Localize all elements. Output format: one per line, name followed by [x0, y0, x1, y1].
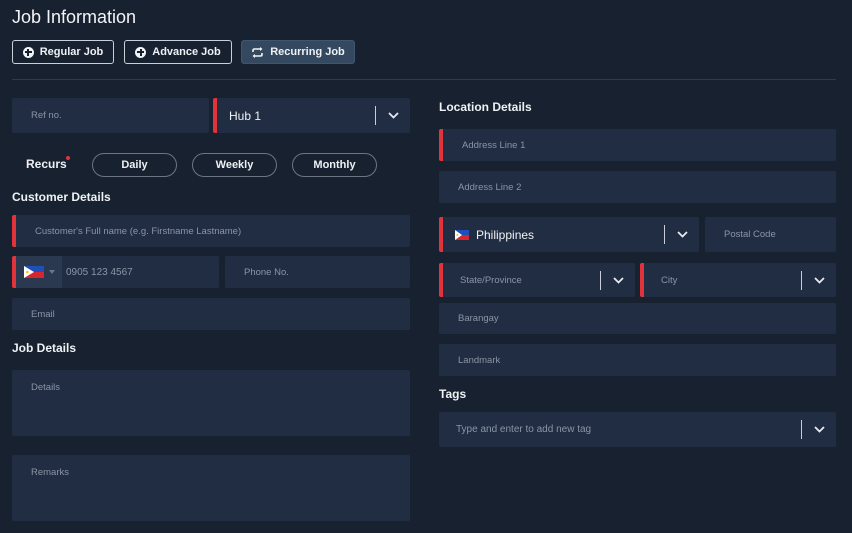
ref-no-placeholder: Ref no. — [31, 110, 62, 121]
chevron-down-icon[interactable] — [376, 112, 410, 119]
chevron-down-icon[interactable] — [665, 231, 699, 238]
remarks-placeholder: Remarks — [31, 467, 70, 478]
phone-no-placeholder: Phone No. — [244, 266, 289, 278]
header-divider — [12, 79, 836, 80]
job-details-heading: Job Details — [12, 341, 77, 355]
country-value: Philippines — [476, 227, 535, 242]
customer-fullname-placeholder: Customer's Full name (e.g. Firstname Las… — [35, 225, 242, 237]
country-value-wrap: Philippines — [443, 228, 664, 242]
country-select[interactable]: Philippines — [439, 217, 699, 252]
ref-no-input[interactable]: Ref no. — [12, 98, 209, 133]
email-input[interactable]: Email — [12, 298, 410, 330]
job-information-page: Job Information Regular Job Advance Job … — [0, 0, 852, 533]
hub-value: Hub 1 — [229, 108, 262, 123]
city-select[interactable]: City — [640, 263, 836, 297]
mobile-number-placeholder: 0905 123 4567 — [66, 266, 133, 278]
plus-circle-icon — [22, 46, 34, 58]
address-line-2-input[interactable]: Address Line 2 — [439, 171, 836, 203]
regular-job-label: Regular Job — [39, 46, 104, 58]
chevron-down-icon[interactable] — [601, 276, 635, 284]
hub-select[interactable]: Hub 1 — [213, 98, 410, 133]
postal-code-placeholder: Postal Code — [724, 229, 776, 240]
remarks-textarea[interactable]: Remarks — [12, 455, 410, 521]
recurs-label: Recurs — [26, 157, 67, 171]
page-title: Job Information — [12, 7, 137, 27]
regular-job-button[interactable]: Regular Job — [12, 40, 114, 64]
tags-placeholder: Type and enter to add new tag — [456, 424, 592, 435]
address-line-1-input[interactable]: Address Line 1 — [439, 129, 836, 161]
tags-select[interactable]: Type and enter to add new tag — [439, 412, 836, 447]
barangay-placeholder: Barangay — [458, 313, 499, 324]
plus-circle-icon — [135, 46, 147, 58]
address-line-1-placeholder: Address Line 1 — [462, 139, 526, 151]
phone-no-input[interactable]: Phone No. — [225, 256, 410, 288]
chevron-down-icon[interactable] — [802, 426, 836, 433]
barangay-input[interactable]: Barangay — [439, 303, 836, 334]
location-details-heading: Location Details — [439, 100, 532, 114]
customer-fullname-input[interactable]: Customer's Full name (e.g. Firstname Las… — [12, 215, 410, 247]
state-province-placeholder: State/Province — [460, 274, 522, 286]
recurs-monthly-option[interactable]: Monthly — [292, 153, 377, 177]
advance-job-button[interactable]: Advance Job — [124, 40, 232, 64]
landmark-input[interactable]: Landmark — [439, 344, 836, 376]
city-placeholder: City — [661, 274, 678, 286]
mobile-number-input[interactable]: 0905 123 4567 — [62, 256, 219, 288]
tags-heading: Tags — [439, 387, 467, 401]
philippines-flag-icon — [455, 229, 469, 240]
email-placeholder: Email — [31, 308, 55, 320]
repeat-icon — [251, 46, 264, 58]
recurring-job-label: Recurring Job — [270, 46, 345, 58]
landmark-placeholder: Landmark — [458, 354, 501, 366]
details-placeholder: Details — [31, 382, 61, 393]
customer-details-heading: Customer Details — [12, 190, 111, 204]
required-indicator — [66, 156, 70, 160]
recurs-weekly-option[interactable]: Weekly — [192, 153, 277, 177]
philippines-flag-icon — [24, 266, 44, 278]
chevron-down-icon[interactable] — [802, 276, 836, 284]
recurs-daily-option[interactable]: Daily — [92, 153, 177, 177]
postal-code-input[interactable]: Postal Code — [705, 217, 836, 252]
details-textarea[interactable]: Details — [12, 370, 410, 436]
country-code-select[interactable] — [12, 256, 62, 288]
advance-job-label: Advance Job — [152, 46, 221, 58]
caret-down-icon — [49, 270, 55, 274]
address-line-2-placeholder: Address Line 2 — [458, 181, 522, 193]
recurring-job-button[interactable]: Recurring Job — [241, 40, 355, 64]
state-province-select[interactable]: State/Province — [439, 263, 635, 297]
